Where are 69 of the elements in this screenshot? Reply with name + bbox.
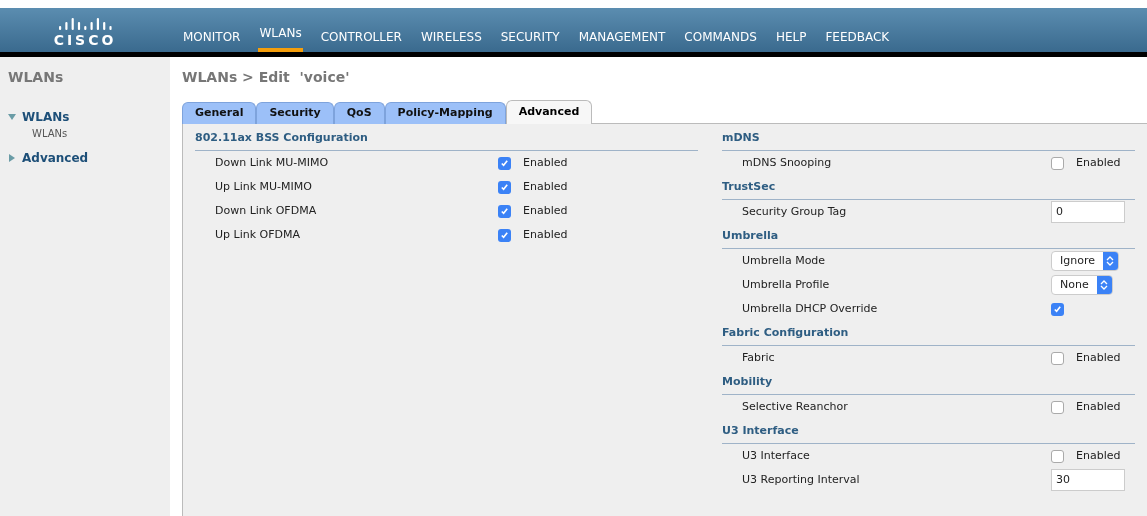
sidebar-item[interactable]: Advanced bbox=[8, 149, 162, 167]
section-header: mDNS bbox=[722, 126, 1135, 151]
field-label: Fabric bbox=[742, 349, 776, 366]
tab[interactable]: Security bbox=[256, 102, 334, 124]
checkmark-icon bbox=[500, 206, 509, 216]
input-field[interactable]: 30 bbox=[1051, 469, 1125, 491]
nav-menu-item[interactable]: MONITOR bbox=[182, 28, 242, 52]
chevron-icon bbox=[1100, 280, 1109, 290]
caret-down-icon bbox=[8, 113, 16, 121]
nav-menu-item[interactable]: COMMANDS bbox=[683, 28, 758, 52]
tab[interactable]: General bbox=[182, 102, 257, 124]
chevron-icon bbox=[1106, 256, 1115, 266]
dropdown[interactable]: Ignore bbox=[1051, 251, 1119, 271]
field-label: Umbrella DHCP Override bbox=[742, 300, 879, 317]
checkbox-label: Enabled bbox=[1076, 447, 1121, 464]
field-label: Down Link MU-MIMO bbox=[215, 154, 330, 171]
checkbox[interactable] bbox=[498, 156, 511, 170]
field-label: Up Link OFDMA bbox=[215, 226, 302, 243]
checkbox-label: Enabled bbox=[523, 178, 568, 195]
dropdown[interactable]: None bbox=[1051, 275, 1113, 295]
sidebar-title: WLANs bbox=[8, 68, 65, 87]
sidebar-subitem[interactable]: WLANs bbox=[8, 126, 162, 141]
sidebar-item[interactable]: WLANs bbox=[8, 108, 162, 126]
field-label: Down Link OFDMA bbox=[215, 202, 318, 219]
nav-menu-item[interactable]: SECURITY bbox=[499, 28, 561, 52]
section-header: Mobility bbox=[722, 370, 1135, 395]
tab[interactable]: Advanced bbox=[505, 100, 593, 124]
field-label: Up Link MU-MIMO bbox=[215, 178, 313, 195]
checkbox-label: Enabled bbox=[523, 226, 568, 243]
section-header: TrustSec bbox=[722, 175, 1135, 200]
nav-menu-item[interactable]: HELP bbox=[774, 28, 808, 52]
field-label: Security Group Tag bbox=[742, 203, 848, 220]
field-label: Selective Reanchor bbox=[742, 398, 849, 415]
section-header: Fabric Configuration bbox=[722, 321, 1135, 346]
nav-menu-item[interactable]: CONTROLLER bbox=[319, 28, 403, 52]
logo: CISCO bbox=[53, 32, 117, 48]
field-label: U3 Reporting Interval bbox=[742, 471, 861, 488]
checkmark-icon bbox=[1053, 304, 1062, 314]
checkbox[interactable] bbox=[498, 180, 511, 194]
checkmark-icon bbox=[500, 182, 509, 192]
checkbox[interactable] bbox=[498, 228, 511, 242]
checkbox-label: Enabled bbox=[1076, 349, 1121, 366]
field-label: Umbrella Mode bbox=[742, 252, 827, 269]
page-title: WLANs > Edit 'voice' bbox=[182, 68, 351, 87]
nav-menu-item[interactable]: WIRELESS bbox=[419, 28, 483, 52]
checkbox[interactable] bbox=[498, 204, 511, 218]
input-field[interactable]: 0 bbox=[1051, 201, 1125, 223]
checkbox-label: Enabled bbox=[523, 154, 568, 171]
checkbox[interactable] bbox=[1051, 156, 1064, 170]
tab[interactable]: QoS bbox=[333, 102, 385, 124]
section-header: Umbrella bbox=[722, 224, 1135, 249]
checkbox-label: Enabled bbox=[1076, 398, 1121, 415]
checkbox[interactable] bbox=[1051, 400, 1064, 414]
field-label: mDNS Snooping bbox=[742, 154, 833, 171]
section-header: 802.11ax BSS Configuration bbox=[195, 126, 698, 151]
checkmark-icon bbox=[500, 158, 509, 168]
checkbox-label: Enabled bbox=[523, 202, 568, 219]
nav-menu-item[interactable]: FEEDBACK bbox=[824, 28, 891, 52]
checkbox[interactable] bbox=[1051, 302, 1064, 316]
checkmark-icon bbox=[500, 230, 509, 240]
field-label: Umbrella Profile bbox=[742, 276, 831, 293]
nav-menu-item[interactable]: MANAGEMENT bbox=[577, 28, 667, 52]
tab[interactable]: Policy-Mapping bbox=[384, 102, 506, 124]
section-header: U3 Interface bbox=[722, 419, 1135, 444]
caret-right-icon bbox=[8, 154, 16, 162]
checkbox[interactable] bbox=[1051, 351, 1064, 365]
field-label: U3 Interface bbox=[742, 447, 811, 464]
checkbox-label: Enabled bbox=[1076, 154, 1121, 171]
checkbox[interactable] bbox=[1051, 449, 1064, 463]
